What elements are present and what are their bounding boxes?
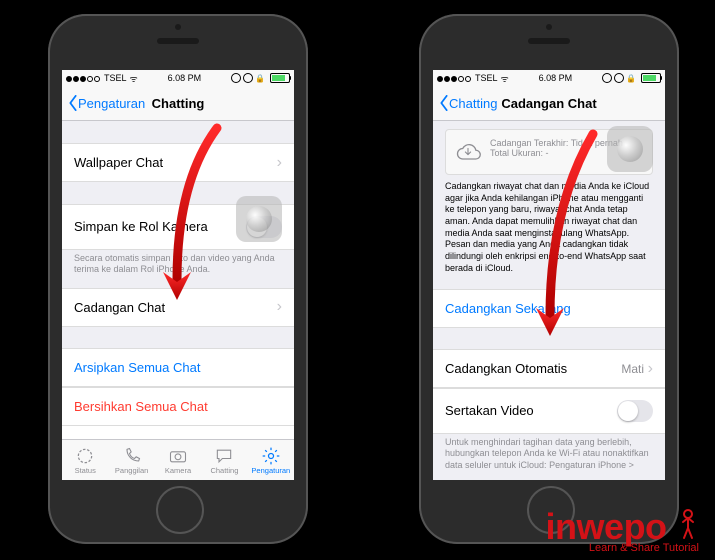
row-include-video[interactable]: Sertakan Video (433, 388, 665, 434)
tab-settings[interactable]: Pengaturan (248, 440, 294, 480)
row-wallpaper[interactable]: Wallpaper Chat› (62, 143, 294, 182)
row-backup-now[interactable]: Cadangkan Sekarang (433, 289, 665, 328)
logo-text: inwepo (546, 506, 667, 547)
signal-dots (66, 73, 101, 83)
chevron-right-icon: › (648, 360, 653, 377)
phone-camera (175, 24, 181, 30)
iphone-left: TSEL ᯤ 6.08 PM 🔒 Pengaturan Chatting Wal… (48, 14, 308, 544)
back-label: Pengaturan (78, 96, 145, 111)
row-backup-chat[interactable]: Cadangan Chat› (62, 288, 294, 327)
tab-camera[interactable]: Kamera (155, 440, 201, 480)
camera-icon (168, 446, 188, 466)
phone-icon (122, 446, 142, 466)
battery-icon (641, 73, 661, 83)
gear-icon (261, 446, 281, 466)
carrier-label: TSEL (104, 73, 127, 83)
logo-figure-icon (677, 508, 699, 544)
tab-status[interactable]: Status (62, 440, 108, 480)
carrier-label: TSEL (475, 73, 498, 83)
phone-speaker (528, 38, 570, 44)
iphone-right: TSEL ᯤ 6.08 PM 🔒 Chatting Cadangan Chat … (419, 14, 679, 544)
chevron-left-icon (439, 95, 449, 111)
phone-camera (546, 24, 552, 30)
status-bar: TSEL ᯤ 6.08 PM 🔒 (433, 70, 665, 86)
row-clear-all[interactable]: Bersihkan Semua Chat (62, 387, 294, 426)
content-right: Cadangan Terakhir: Tidak pernah Total Uk… (433, 121, 665, 480)
chevron-left-icon (68, 95, 78, 111)
back-label: Chatting (449, 96, 497, 111)
navbar: Chatting Cadangan Chat (433, 86, 665, 121)
back-button[interactable]: Pengaturan (68, 95, 145, 111)
row-auto-backup[interactable]: Cadangkan OtomatisMati › (433, 349, 665, 388)
row-archive-all[interactable]: Arsipkan Semua Chat (62, 348, 294, 387)
tabbar: Status Panggilan Kamera Chatting Pengatu… (62, 439, 294, 480)
watermark-logo: inwepo Learn & Share Tutorial (546, 508, 699, 554)
signal-dots (437, 73, 472, 83)
wifi-icon: ᯤ (130, 72, 138, 85)
phone-speaker (157, 38, 199, 44)
chat-icon (214, 446, 234, 466)
status-time: 6.08 PM (539, 73, 573, 83)
status-icons: 🔒 (602, 73, 661, 83)
status-time: 6.08 PM (168, 73, 202, 83)
backup-description: Cadangkan riwayat chat dan media Anda ke… (433, 175, 665, 281)
wifi-icon: ᯤ (501, 72, 509, 85)
assistive-touch-icon[interactable] (607, 126, 653, 172)
switch-include-video[interactable] (617, 400, 653, 422)
cloud-icon (454, 138, 482, 166)
footer-save-roll: Secara otomatis simpan foto dan video ya… (62, 249, 294, 276)
assistive-touch-icon[interactable] (236, 196, 282, 242)
back-button[interactable]: Chatting (439, 95, 497, 111)
tab-chats[interactable]: Chatting (201, 440, 247, 480)
content-left: Wallpaper Chat› Simpan ke Rol Kamera Sec… (62, 121, 294, 480)
status-bar: TSEL ᯤ 6.08 PM 🔒 (62, 70, 294, 86)
status-icons: 🔒 (231, 73, 290, 83)
battery-icon (270, 73, 290, 83)
navbar: Pengaturan Chatting (62, 86, 294, 121)
status-icon (75, 446, 95, 466)
total-size: Total Ukuran: - (490, 148, 623, 158)
screen-left: TSEL ᯤ 6.08 PM 🔒 Pengaturan Chatting Wal… (62, 70, 294, 480)
last-backup: Cadangan Terakhir: Tidak pernah (490, 138, 623, 148)
tab-calls[interactable]: Panggilan (108, 440, 154, 480)
home-button[interactable] (156, 486, 204, 534)
screen-right: TSEL ᯤ 6.08 PM 🔒 Chatting Cadangan Chat … (433, 70, 665, 480)
footer-text: Untuk menghindari tagihan data yang berl… (433, 433, 665, 471)
